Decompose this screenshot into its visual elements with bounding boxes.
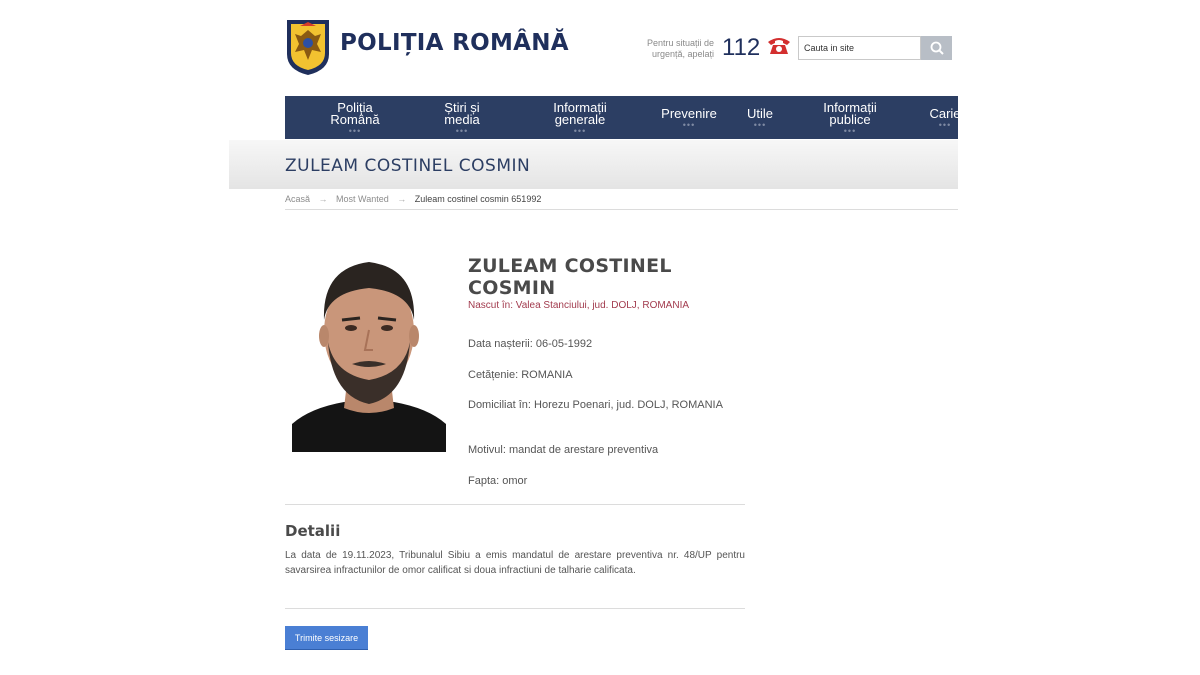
nav-item-utile[interactable]: Utile •••: [741, 96, 779, 139]
main-nav: Poliția Română ••• Știri și media ••• In…: [285, 96, 958, 139]
nav-dots: •••: [682, 119, 696, 130]
search-button[interactable]: [921, 36, 952, 60]
search-input[interactable]: [798, 36, 921, 60]
nav-item-politia-romana[interactable]: Poliția Română •••: [325, 96, 385, 139]
nav-item-label: Informații publice: [823, 99, 877, 127]
divider: [285, 209, 958, 210]
nav-item-label: Poliția Română: [330, 99, 380, 127]
warrant-reason: Motivul: mandat de arestare preventiva: [468, 444, 659, 456]
nav-item-informatii-generale[interactable]: Informații generale •••: [545, 96, 615, 139]
breadcrumb-current: Zuleam costinel cosmin 651992: [414, 194, 542, 204]
breadcrumb-most-wanted[interactable]: Most Wanted: [336, 194, 389, 204]
page-title: ZULEAM COSTINEL COSMIN: [285, 156, 531, 176]
breadcrumb-arrow-icon: →: [397, 194, 407, 204]
nav-item-label: Știri și media: [444, 99, 480, 127]
birth-place: Nascut în: Valea Stanciului, jud. DOLJ, …: [468, 300, 690, 311]
breadcrumb-arrow-icon: →: [318, 194, 328, 204]
person-name: ZULEAM COSTINEL COSMIN: [468, 255, 672, 299]
emergency-note: Pentru situații de urgență, apelați: [630, 38, 714, 60]
divider: [285, 504, 745, 505]
nav-item-prevenire[interactable]: Prevenire •••: [657, 96, 721, 139]
nav-item-label: Carie: [929, 105, 958, 121]
breadcrumb: Acasă → Most Wanted → Zuleam costinel co…: [285, 194, 541, 204]
citizenship: Cetățenie: ROMANIA: [468, 369, 573, 381]
details-heading: Detalii: [285, 522, 341, 540]
nav-dots: •••: [938, 119, 952, 130]
site-brand-title[interactable]: POLIȚIA ROMÂNĂ: [340, 30, 569, 56]
police-crest-logo[interactable]: [285, 16, 331, 76]
details-text: La data de 19.11.2023, Tribunalul Sibiu …: [285, 550, 745, 576]
emergency-note-line2: urgență, apelați: [651, 49, 714, 59]
nav-item-stiri-media[interactable]: Știri și media •••: [435, 96, 489, 139]
nav-dots: •••: [843, 125, 857, 136]
domicile: Domiciliat în: Horezu Poenari, jud. DOLJ…: [468, 399, 723, 411]
offense: Fapta: omor: [468, 475, 528, 487]
phone-icon: [767, 36, 791, 56]
divider: [285, 608, 745, 609]
nav-dots: •••: [573, 125, 587, 136]
nav-dots: •••: [753, 119, 767, 130]
breadcrumb-home[interactable]: Acasă: [285, 194, 310, 204]
search-icon: [930, 41, 944, 55]
nav-dots: •••: [455, 125, 469, 136]
nav-item-cariera[interactable]: Carie •••: [925, 96, 958, 139]
birth-date: Data nașterii: 06-05-1992: [468, 338, 593, 350]
emergency-note-line1: Pentru situații de: [646, 38, 714, 48]
nav-item-informatii-publice[interactable]: Informații publice •••: [815, 96, 885, 139]
nav-dots: •••: [348, 125, 362, 136]
nav-item-label: Prevenire: [661, 105, 717, 121]
nav-item-label: Informații generale: [553, 99, 607, 127]
wanted-person-photo: [292, 246, 446, 452]
emergency-number: 112: [722, 34, 761, 61]
send-report-button[interactable]: Trimite sesizare: [285, 626, 368, 650]
nav-item-label: Utile: [746, 105, 773, 121]
